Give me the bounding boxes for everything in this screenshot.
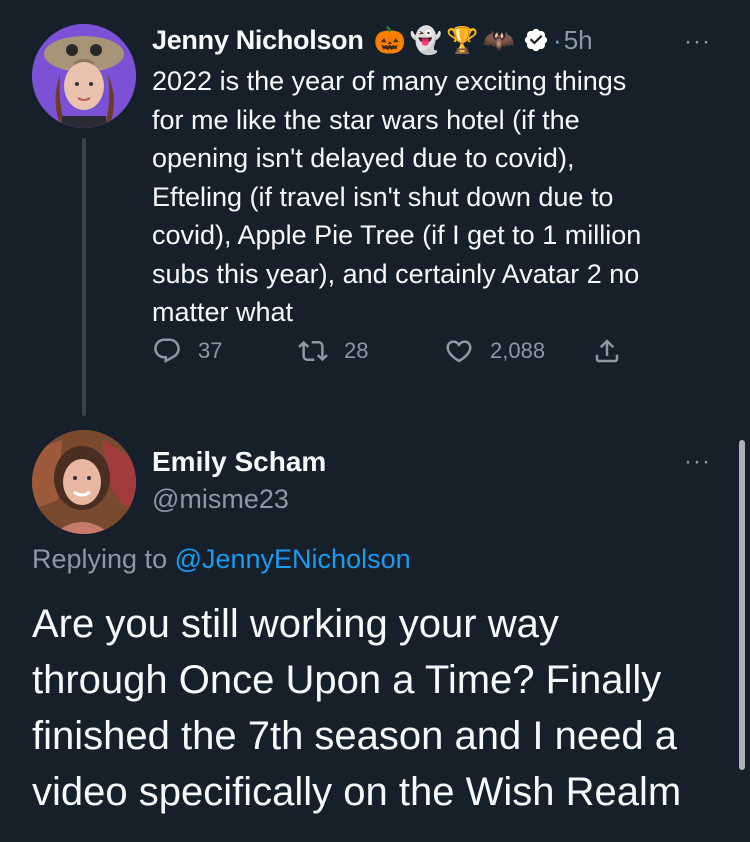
share-button[interactable] bbox=[592, 336, 622, 366]
retweet-count: 28 bbox=[344, 338, 369, 363]
tweet-text: Are you still working your way through O… bbox=[32, 602, 682, 814]
like-icon bbox=[446, 340, 472, 363]
tweet-header: Jenny Nicholson 🎃 👻 🏆 🦇 · 5h bbox=[152, 22, 593, 58]
pumpkin-emoji-icon: 🎃 bbox=[373, 25, 406, 55]
separator-dot: · bbox=[553, 24, 562, 55]
author-name[interactable]: Jenny Nicholson bbox=[152, 25, 364, 56]
more-options-icon[interactable]: ··· bbox=[684, 448, 711, 476]
parent-tweet[interactable]: Jenny Nicholson 🎃 👻 🏆 🦇 · 5h ··· 2022 is… bbox=[0, 0, 750, 418]
reply-count: 37 bbox=[198, 338, 223, 363]
retweet-icon bbox=[298, 340, 328, 362]
share-icon bbox=[595, 339, 619, 363]
reply-icon bbox=[154, 338, 180, 364]
avatar[interactable] bbox=[32, 24, 136, 128]
ghost-emoji-icon: 👻 bbox=[409, 25, 443, 55]
trophy-emoji-icon: 🏆 bbox=[446, 25, 479, 55]
like-count: 2,088 bbox=[490, 338, 546, 363]
replying-to-line: Replying to @JennyENicholson bbox=[32, 544, 411, 575]
more-options-icon[interactable]: ··· bbox=[684, 28, 711, 56]
timestamp[interactable]: 5h bbox=[564, 25, 593, 56]
scrollbar[interactable] bbox=[739, 440, 745, 770]
avatar[interactable] bbox=[32, 430, 136, 534]
name-emojis: 🎃 👻 🏆 🦇 bbox=[374, 27, 520, 53]
replying-to-link[interactable]: @JennyENicholson bbox=[175, 544, 411, 574]
tweet-actions: 37 28 2,088 bbox=[152, 336, 672, 380]
like-button[interactable]: 2,088 bbox=[444, 336, 545, 366]
reply-button[interactable]: 37 bbox=[152, 336, 222, 366]
tweet-text: 2022 is the year of many exciting things… bbox=[152, 66, 642, 327]
bat-emoji-icon: 🦇 bbox=[482, 25, 516, 55]
author-name[interactable]: Emily Scham bbox=[152, 446, 326, 478]
thread-connector-line bbox=[82, 138, 86, 416]
verified-badge-icon bbox=[524, 28, 548, 52]
replying-to-prefix: Replying to bbox=[32, 544, 175, 574]
reply-tweet[interactable]: Emily Scham @misme23 ··· Replying to @Je… bbox=[0, 418, 750, 842]
retweet-button[interactable]: 28 bbox=[298, 336, 368, 366]
author-handle[interactable]: @misme23 bbox=[152, 484, 289, 515]
